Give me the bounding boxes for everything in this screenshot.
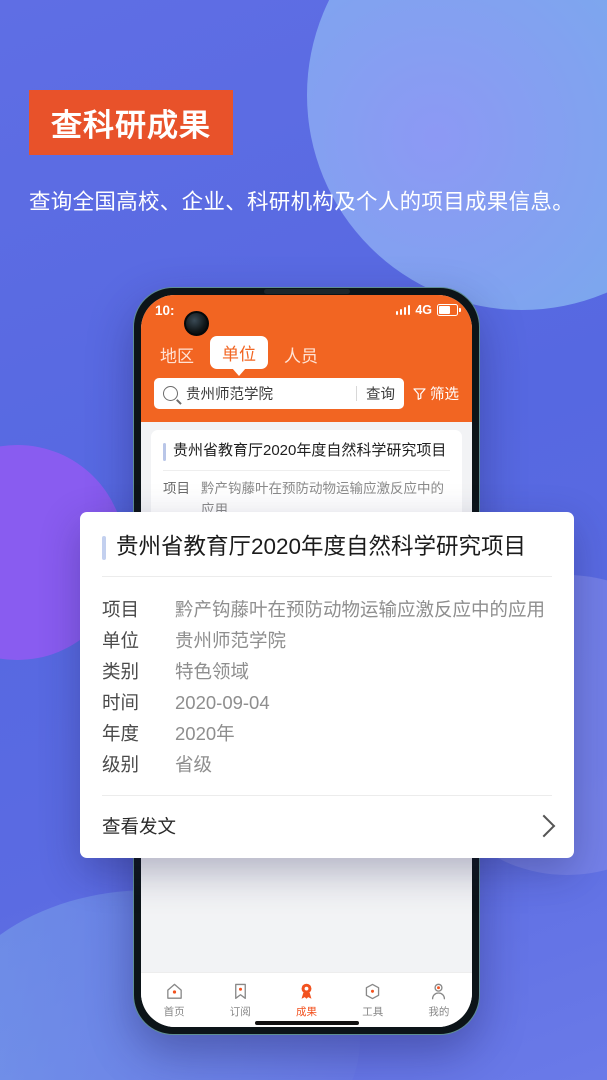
front-camera-punchhole bbox=[184, 311, 209, 336]
chevron-right-icon bbox=[532, 814, 556, 838]
nav-item-tools[interactable]: 工具 bbox=[340, 982, 406, 1019]
page-title: 查科研成果 bbox=[51, 108, 211, 144]
filter-label: 筛选 bbox=[430, 387, 459, 403]
page-subtitle: 查询全国高校、企业、科研机构及个人的项目成果信息。 bbox=[29, 190, 575, 214]
search-submit-button[interactable]: 查询 bbox=[366, 383, 395, 404]
search-box[interactable]: 贵州师范学院 查询 bbox=[154, 378, 404, 409]
nav-item-subscribe[interactable]: 订阅 bbox=[207, 982, 273, 1019]
tab-region[interactable]: 地区 bbox=[154, 340, 200, 369]
earpiece-speaker bbox=[263, 289, 350, 294]
nav-label: 订阅 bbox=[229, 1005, 251, 1018]
bottom-navigation: 首页 订阅 成果 工具 我的 bbox=[141, 972, 472, 1027]
field-value: 贵州师范学院 bbox=[175, 630, 287, 651]
nav-label: 我的 bbox=[428, 1005, 450, 1018]
modal-title: 贵州省教育厅2020年度自然科学研究项目 bbox=[116, 534, 527, 559]
page-title-badge: 查科研成果 bbox=[29, 90, 233, 155]
signal-bars-icon bbox=[395, 305, 411, 315]
detail-row-level: 级别 省级 bbox=[102, 749, 552, 780]
filter-button[interactable]: 筛选 bbox=[413, 383, 459, 404]
field-key: 类别 bbox=[102, 661, 140, 682]
nav-item-profile[interactable]: 我的 bbox=[406, 982, 472, 1019]
result-title: 贵州省教育厅2020年度自然科学研究项目 bbox=[173, 442, 447, 459]
field-value: 2020年 bbox=[175, 723, 235, 744]
field-key: 年度 bbox=[102, 723, 140, 744]
modal-view-document-label: 查看发文 bbox=[102, 816, 177, 837]
detail-row-organization: 单位 贵州师范学院 bbox=[102, 625, 552, 656]
detail-row-year: 年度 2020年 bbox=[102, 718, 552, 749]
modal-view-document-button[interactable]: 查看发文 bbox=[102, 795, 556, 858]
field-key: 时间 bbox=[102, 692, 140, 713]
field-value: 特色领域 bbox=[175, 661, 250, 682]
nav-label: 首页 bbox=[163, 1005, 185, 1018]
search-input[interactable]: 贵州师范学院 bbox=[186, 383, 356, 404]
nav-item-results[interactable]: 成果 bbox=[273, 982, 339, 1019]
result-detail-modal: 贵州省教育厅2020年度自然科学研究项目 项目 黔产钩藤叶在预防动物运输应激反应… bbox=[80, 512, 574, 858]
field-key: 级别 bbox=[102, 754, 140, 775]
tab-organization[interactable]: 单位 bbox=[210, 336, 268, 369]
field-key: 单位 bbox=[102, 630, 140, 651]
modal-title-row: 贵州省教育厅2020年度自然科学研究项目 bbox=[102, 512, 552, 576]
battery-icon bbox=[437, 304, 461, 316]
search-icon bbox=[163, 386, 178, 401]
accent-bar bbox=[163, 443, 166, 462]
status-time: 10: bbox=[155, 302, 175, 318]
funnel-icon bbox=[413, 387, 426, 400]
accent-bar bbox=[102, 536, 106, 560]
nav-label: 成果 bbox=[296, 1005, 317, 1018]
network-type-label: 4G bbox=[415, 303, 432, 317]
modal-detail-rows: 项目 黔产钩藤叶在预防动物运输应激反应中的应用 单位 贵州师范学院 类别 特色领… bbox=[102, 577, 552, 795]
detail-row-date: 时间 2020-09-04 bbox=[102, 687, 552, 718]
search-row: 贵州师范学院 查询 筛选 bbox=[154, 378, 459, 409]
search-divider bbox=[356, 386, 357, 401]
nav-label: 工具 bbox=[362, 1005, 384, 1018]
result-title-row: 贵州省教育厅2020年度自然科学研究项目 bbox=[163, 441, 450, 470]
field-key: 项目 bbox=[102, 599, 140, 620]
status-indicators: 4G bbox=[395, 303, 461, 317]
detail-row-category: 类别 特色领域 bbox=[102, 656, 552, 687]
app-header: 地区 单位 人员 贵州师范学院 查询 筛选 bbox=[141, 325, 472, 422]
detail-row-project: 项目 黔产钩藤叶在预防动物运输应激反应中的应用 bbox=[102, 594, 552, 625]
field-value: 黔产钩藤叶在预防动物运输应激反应中的应用 bbox=[175, 599, 546, 620]
home-indicator bbox=[254, 1021, 359, 1025]
decor-circle-top-right bbox=[307, 0, 607, 310]
field-value: 省级 bbox=[175, 754, 213, 775]
field-value: 2020-09-04 bbox=[175, 692, 270, 713]
tab-person[interactable]: 人员 bbox=[278, 340, 324, 369]
nav-item-home[interactable]: 首页 bbox=[141, 982, 207, 1019]
